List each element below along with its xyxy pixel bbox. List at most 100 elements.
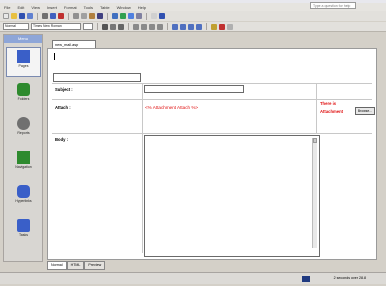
status-bar: 2 seconds over 28.8 bbox=[0, 272, 386, 284]
sidebar-item-label: Pages bbox=[18, 64, 29, 68]
table-line bbox=[52, 83, 372, 84]
bullets-icon[interactable] bbox=[180, 23, 186, 30]
copy-icon[interactable] bbox=[81, 13, 87, 19]
tab-normal[interactable]: Normal bbox=[47, 261, 67, 270]
table-line bbox=[52, 133, 372, 134]
folder-icon bbox=[17, 83, 30, 96]
style-select[interactable]: Normal bbox=[3, 23, 29, 30]
scroll-up-icon[interactable] bbox=[313, 138, 317, 143]
page-icon bbox=[17, 50, 30, 63]
formatting-toolbar: Normal Times New Roman bbox=[0, 22, 386, 32]
reports-icon bbox=[17, 117, 30, 130]
subject-label: Subject : bbox=[55, 87, 73, 92]
menu-table[interactable]: Table bbox=[100, 5, 110, 10]
views-bar: Menu Pages Folders Reports Navigation Hy… bbox=[3, 34, 43, 262]
preview-icon[interactable] bbox=[50, 13, 56, 19]
sidebar-item-pages[interactable]: Pages bbox=[6, 47, 41, 77]
align-left-icon[interactable] bbox=[133, 23, 139, 30]
attachment-note-line2: Attachment bbox=[320, 109, 344, 114]
table-icon[interactable] bbox=[112, 13, 118, 19]
document-editor[interactable]: Subject : Attach : <% Attachment Attach … bbox=[47, 48, 377, 260]
hyperlinks-icon bbox=[17, 185, 30, 198]
sidebar-item-label: Navigation bbox=[15, 165, 32, 169]
standard-toolbar bbox=[0, 11, 386, 21]
sidebar-item-folders[interactable]: Folders bbox=[6, 81, 41, 111]
toolbar-separator bbox=[68, 12, 69, 20]
menu-edit[interactable]: Edit bbox=[17, 5, 24, 10]
hyperlink-icon[interactable] bbox=[128, 13, 134, 19]
increase-indent-icon[interactable] bbox=[196, 23, 202, 30]
justify-icon[interactable] bbox=[157, 23, 163, 30]
decrease-indent-icon[interactable] bbox=[188, 23, 194, 30]
paste-icon[interactable] bbox=[89, 13, 95, 19]
sidebar-item-hyperlinks[interactable]: Hyperlinks bbox=[6, 183, 41, 213]
menu-view[interactable]: View bbox=[31, 5, 40, 10]
save-icon[interactable] bbox=[19, 13, 25, 19]
table-line bbox=[52, 99, 372, 100]
attachment-placeholder: <% Attachment Attach %> bbox=[145, 105, 199, 110]
to-field[interactable] bbox=[53, 73, 141, 82]
font-size-select[interactable] bbox=[83, 23, 93, 30]
italic-icon[interactable] bbox=[110, 23, 116, 30]
navigation-icon bbox=[17, 151, 30, 164]
publish-icon[interactable] bbox=[27, 13, 33, 19]
text-cursor bbox=[54, 53, 55, 60]
body-textarea[interactable] bbox=[144, 135, 320, 257]
download-time-status: 2 seconds over 28.8 bbox=[333, 276, 366, 280]
toolbar-separator bbox=[206, 23, 207, 30]
font-select[interactable]: Times New Roman bbox=[31, 23, 81, 30]
menu-file[interactable]: File bbox=[4, 5, 10, 10]
menu-window[interactable]: Window bbox=[117, 5, 131, 10]
toolbar-separator bbox=[37, 12, 38, 20]
toolbar-separator bbox=[167, 23, 168, 30]
menu-help[interactable]: Help bbox=[138, 5, 146, 10]
refresh-icon[interactable] bbox=[136, 13, 142, 19]
sidebar-item-label: Reports bbox=[17, 131, 30, 135]
help-search-input[interactable]: Type a question for help bbox=[310, 2, 356, 9]
align-right-icon[interactable] bbox=[149, 23, 155, 30]
sidebar-item-label: Tasks bbox=[19, 233, 28, 237]
cut-icon[interactable] bbox=[73, 13, 79, 19]
align-center-icon[interactable] bbox=[141, 23, 147, 30]
borders-icon[interactable] bbox=[227, 23, 233, 30]
toolbar-separator bbox=[97, 23, 98, 30]
browse-button[interactable]: Browse... bbox=[355, 107, 375, 115]
undo-icon[interactable] bbox=[97, 13, 103, 19]
underline-icon[interactable] bbox=[118, 23, 124, 30]
body-scrollbar[interactable] bbox=[312, 138, 317, 248]
tasks-icon bbox=[17, 219, 30, 232]
sidebar-item-reports[interactable]: Reports bbox=[6, 115, 41, 145]
body-label: Body : bbox=[55, 137, 69, 142]
show-all-icon[interactable] bbox=[151, 13, 157, 19]
subject-field[interactable] bbox=[144, 85, 244, 93]
numbering-icon[interactable] bbox=[172, 23, 178, 30]
toolbar-separator bbox=[107, 12, 108, 20]
attachment-note-line1: There is bbox=[320, 101, 337, 106]
sidebar-item-label: Folders bbox=[17, 97, 30, 101]
open-folder-icon[interactable] bbox=[11, 13, 17, 19]
font-color-icon[interactable] bbox=[219, 23, 225, 30]
bold-icon[interactable] bbox=[102, 23, 108, 30]
picture-icon[interactable] bbox=[120, 13, 126, 19]
tab-html[interactable]: HTML bbox=[66, 261, 85, 270]
table-line bbox=[142, 83, 143, 253]
tab-preview[interactable]: Preview bbox=[84, 261, 106, 270]
sidebar-item-tasks[interactable]: Tasks bbox=[6, 217, 41, 247]
table-line bbox=[316, 83, 317, 133]
highlight-icon[interactable] bbox=[211, 23, 217, 30]
toolbar-separator bbox=[128, 23, 129, 30]
toolbar-separator bbox=[146, 12, 147, 20]
status-badge bbox=[302, 276, 310, 282]
menu-tools[interactable]: Tools bbox=[84, 5, 93, 10]
attach-label: Attach : bbox=[55, 105, 71, 110]
new-page-icon[interactable] bbox=[3, 13, 9, 19]
spelling-icon[interactable] bbox=[58, 13, 64, 19]
sidebar-item-navigation[interactable]: Navigation bbox=[6, 149, 41, 179]
menu-format[interactable]: Format bbox=[64, 5, 77, 10]
sidebar-item-label: Hyperlinks bbox=[15, 199, 32, 203]
views-bar-header: Menu bbox=[4, 35, 42, 43]
print-icon[interactable] bbox=[42, 13, 48, 19]
body-textarea-wrap bbox=[144, 135, 320, 257]
menu-insert[interactable]: Insert bbox=[47, 5, 57, 10]
help-icon[interactable] bbox=[159, 13, 165, 19]
